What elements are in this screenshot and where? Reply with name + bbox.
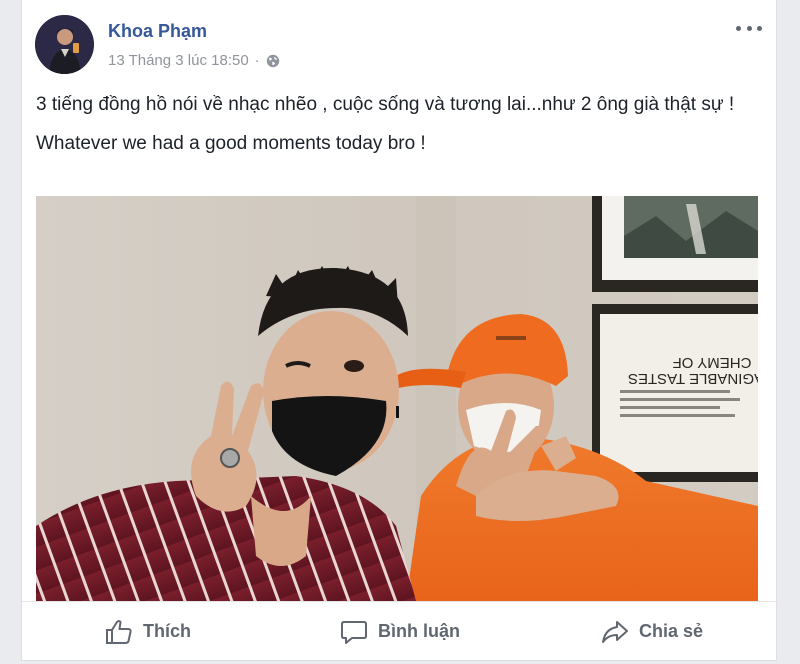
share-label: Chia sẻ (638, 621, 704, 641)
like-label: Thích (143, 621, 191, 641)
poster-text-line-2: AGINABLE TASTES (628, 370, 758, 387)
post-photo[interactable]: CHEMY OF AGINABLE TASTES (36, 196, 758, 601)
post-text-line: Whatever we had a good moments today bro… (36, 133, 426, 154)
comment-icon (341, 620, 367, 644)
post-meta: 13 Tháng 3 lúc 18:50 · (108, 52, 280, 69)
author-avatar[interactable] (35, 15, 94, 74)
meta-separator: · (254, 52, 260, 69)
poster-text-line-1: CHEMY OF (673, 354, 752, 371)
comment-label: Bình luận (378, 621, 460, 641)
post-actions-bar: Thích Bình luận Chia sẻ (22, 601, 778, 661)
share-icon (601, 620, 628, 643)
like-button[interactable]: Thích (22, 602, 274, 661)
thumbs-up-icon (106, 619, 132, 644)
post-text-line: 3 tiếng đồng hồ nói về nhạc nhẽo , cuộc … (36, 94, 735, 115)
author-name[interactable]: Khoa Phạm (108, 21, 207, 42)
post-card: Khoa Phạm 13 Tháng 3 lúc 18:50 · 3 tiếng… (21, 0, 778, 661)
post-timestamp[interactable]: 13 Tháng 3 lúc 18:50 (108, 52, 249, 69)
globe-icon[interactable] (266, 54, 280, 68)
post-text: 3 tiếng đồng hồ nói về nhạc nhẽo , cuộc … (36, 90, 736, 168)
share-button[interactable]: Chia sẻ (526, 602, 778, 661)
more-options-icon[interactable] (736, 20, 762, 36)
comment-button[interactable]: Bình luận (274, 602, 526, 661)
